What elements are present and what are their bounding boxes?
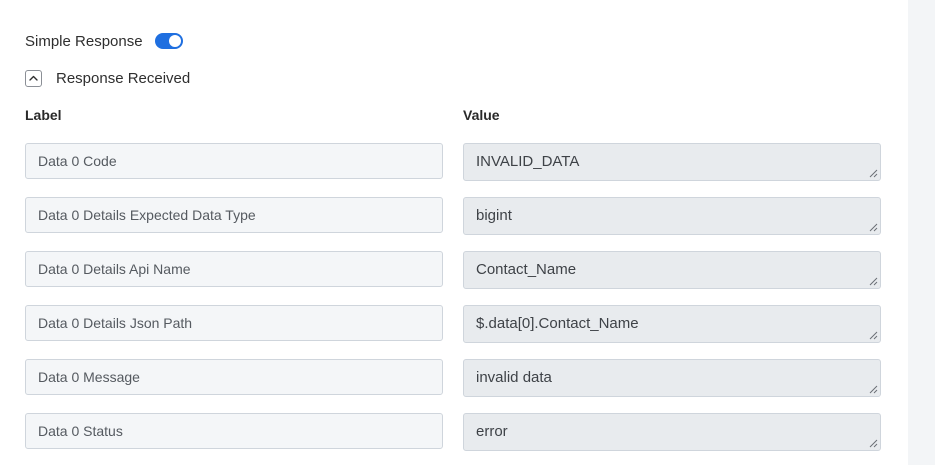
resize-grip-icon[interactable]	[869, 439, 878, 448]
response-panel: Simple Response Response Received Label …	[0, 0, 908, 465]
resize-grip-icon[interactable]	[869, 331, 878, 340]
value-field[interactable]: error	[463, 413, 881, 451]
simple-response-toggle[interactable]	[154, 33, 183, 49]
label-field[interactable]: Data 0 Details Json Path	[25, 305, 443, 341]
label-field[interactable]: Data 0 Code	[25, 143, 443, 179]
label-field[interactable]: Data 0 Status	[25, 413, 443, 449]
table-row: Data 0 Status error	[25, 413, 881, 451]
value-field[interactable]: $.data[0].Contact_Name	[463, 305, 881, 343]
table-row: Data 0 Details Json Path $.data[0].Conta…	[25, 305, 881, 343]
right-gutter	[908, 0, 935, 465]
response-received-header: Response Received	[25, 67, 190, 89]
value-text: invalid data	[476, 369, 552, 386]
toggle-knob	[168, 35, 181, 47]
label-field[interactable]: Data 0 Message	[25, 359, 443, 395]
value-field[interactable]: bigint	[463, 197, 881, 235]
table-row: Data 0 Details Api Name Contact_Name	[25, 251, 881, 289]
simple-response-label: Simple Response	[25, 32, 143, 50]
label-field[interactable]: Data 0 Details Expected Data Type	[25, 197, 443, 233]
value-field[interactable]: INVALID_DATA	[463, 143, 881, 181]
collapse-toggle-button[interactable]	[25, 69, 42, 87]
value-field[interactable]: Contact_Name	[463, 251, 881, 289]
value-text: INVALID_DATA	[476, 153, 580, 170]
value-text: error	[476, 423, 508, 440]
response-received-label: Response Received	[56, 69, 191, 87]
value-field[interactable]: invalid data	[463, 359, 881, 397]
value-text: $.data[0].Contact_Name	[476, 315, 639, 332]
value-text: Contact_Name	[476, 261, 577, 278]
resize-grip-icon[interactable]	[869, 223, 878, 232]
table-row: Data 0 Message invalid data	[25, 359, 881, 397]
label-column-header: Label	[25, 107, 62, 123]
resize-grip-icon[interactable]	[869, 169, 878, 178]
chevron-up-icon	[29, 75, 38, 81]
response-rows: Data 0 Code INVALID_DATA Data 0 Details …	[25, 143, 881, 467]
simple-response-row: Simple Response	[25, 30, 183, 52]
value-column-header: Value	[463, 107, 500, 123]
resize-grip-icon[interactable]	[869, 277, 878, 286]
value-text: bigint	[476, 207, 512, 224]
table-row: Data 0 Code INVALID_DATA	[25, 143, 881, 181]
table-row: Data 0 Details Expected Data Type bigint	[25, 197, 881, 235]
resize-grip-icon[interactable]	[869, 385, 878, 394]
label-field[interactable]: Data 0 Details Api Name	[25, 251, 443, 287]
